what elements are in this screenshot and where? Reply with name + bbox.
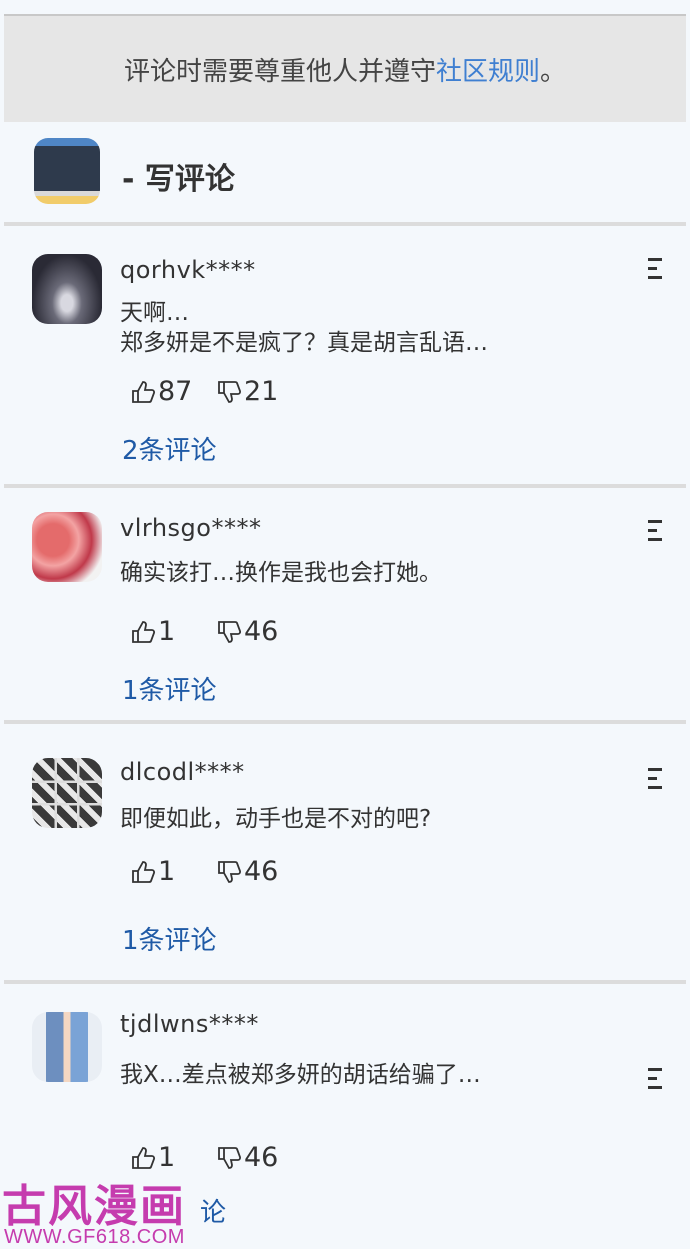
comment-text: 我X…差点被郑多妍的胡话给骗了… bbox=[120, 1060, 481, 1090]
my-avatar bbox=[34, 138, 100, 204]
like-button[interactable]: 1 bbox=[130, 616, 175, 647]
like-count: 1 bbox=[158, 856, 176, 887]
thumbs-down-icon bbox=[218, 860, 242, 883]
comment-item: qorhvk**** 天啊… 郑多妍是不是疯了？真是胡言乱语… 87 21 2条… bbox=[4, 226, 686, 484]
notice-text: 评论时需要尊重他人并遵守 bbox=[123, 56, 436, 87]
dislike-button[interactable]: 46 bbox=[216, 616, 278, 647]
avatar[interactable] bbox=[32, 1012, 102, 1082]
like-button[interactable]: 1 bbox=[130, 856, 175, 887]
more-options-icon[interactable] bbox=[648, 1068, 662, 1090]
thumbs-down-icon bbox=[218, 1146, 242, 1169]
comment-username[interactable]: qorhvk**** bbox=[120, 256, 256, 284]
avatar[interactable] bbox=[32, 758, 102, 828]
community-rules-link[interactable]: 社区规则 bbox=[436, 51, 540, 88]
comment-item: vlrhsgo**** 确实该打…换作是我也会打她。 1 46 1条评论 bbox=[4, 488, 686, 720]
more-options-icon[interactable] bbox=[648, 520, 662, 542]
site-watermark: 古风漫画网 WWW.GF618.COM bbox=[0, 1168, 230, 1249]
comment-line: 确实该打…换作是我也会打她。 bbox=[120, 560, 442, 586]
dislike-count: 46 bbox=[244, 616, 279, 647]
comment-text: 天啊… 郑多妍是不是疯了？真是胡言乱语… bbox=[120, 298, 488, 358]
write-comment-button[interactable]: - 写评论 bbox=[122, 154, 235, 198]
comment-item: dlcodl**** 即便如此，动手也是不对的吧? 1 46 1条评论 bbox=[4, 724, 686, 980]
dislike-count: 46 bbox=[244, 1142, 279, 1173]
comment-text: 确实该打…换作是我也会打她。 bbox=[120, 558, 442, 588]
comment-username[interactable]: vlrhsgo**** bbox=[120, 514, 261, 542]
thumbs-up-icon bbox=[132, 1146, 156, 1169]
thumbs-down-icon bbox=[218, 380, 242, 403]
like-count: 1 bbox=[158, 616, 176, 647]
replies-link[interactable]: 2条评论 bbox=[122, 430, 217, 467]
thumbs-down-icon bbox=[218, 620, 242, 643]
thumbs-up-icon bbox=[132, 620, 156, 643]
dislike-button[interactable]: 21 bbox=[216, 376, 278, 407]
comment-username[interactable]: dlcodl**** bbox=[120, 758, 245, 786]
like-button[interactable]: 87 bbox=[130, 376, 192, 407]
dislike-button[interactable]: 46 bbox=[216, 856, 278, 887]
like-count: 87 bbox=[158, 376, 193, 407]
replies-link[interactable]: 1条评论 bbox=[122, 920, 217, 957]
more-options-icon[interactable] bbox=[648, 768, 662, 790]
notice-period: 。 bbox=[540, 56, 567, 87]
avatar[interactable] bbox=[32, 254, 102, 324]
avatar[interactable] bbox=[32, 512, 102, 582]
thumbs-up-icon bbox=[132, 860, 156, 883]
thumbs-up-icon bbox=[132, 380, 156, 403]
community-notice: 评论时需要尊重他人并遵守 社区规则。 bbox=[4, 14, 686, 122]
comment-line: 郑多妍是不是疯了？真是胡言乱语… bbox=[120, 330, 488, 356]
comment-username[interactable]: tjdlwns**** bbox=[120, 1010, 259, 1038]
dislike-count: 21 bbox=[244, 376, 279, 407]
watermark-url: WWW.GF618.COM bbox=[4, 1226, 185, 1248]
comments-page: 评论时需要尊重他人并遵守 社区规则。 - 写评论 qorhvk**** 天啊… 郑… bbox=[0, 0, 690, 1249]
comment-line: 即便如此，动手也是不对的吧? bbox=[120, 806, 432, 832]
dislike-count: 46 bbox=[244, 856, 279, 887]
comment-line: 我X…差点被郑多妍的胡话给骗了… bbox=[120, 1062, 481, 1088]
comment-line: 天啊… bbox=[120, 300, 189, 326]
write-comment-row[interactable]: - 写评论 bbox=[4, 124, 686, 222]
comment-text: 即便如此，动手也是不对的吧? bbox=[120, 804, 431, 834]
more-options-icon[interactable] bbox=[648, 258, 662, 280]
replies-link[interactable]: 1条评论 bbox=[122, 670, 217, 707]
